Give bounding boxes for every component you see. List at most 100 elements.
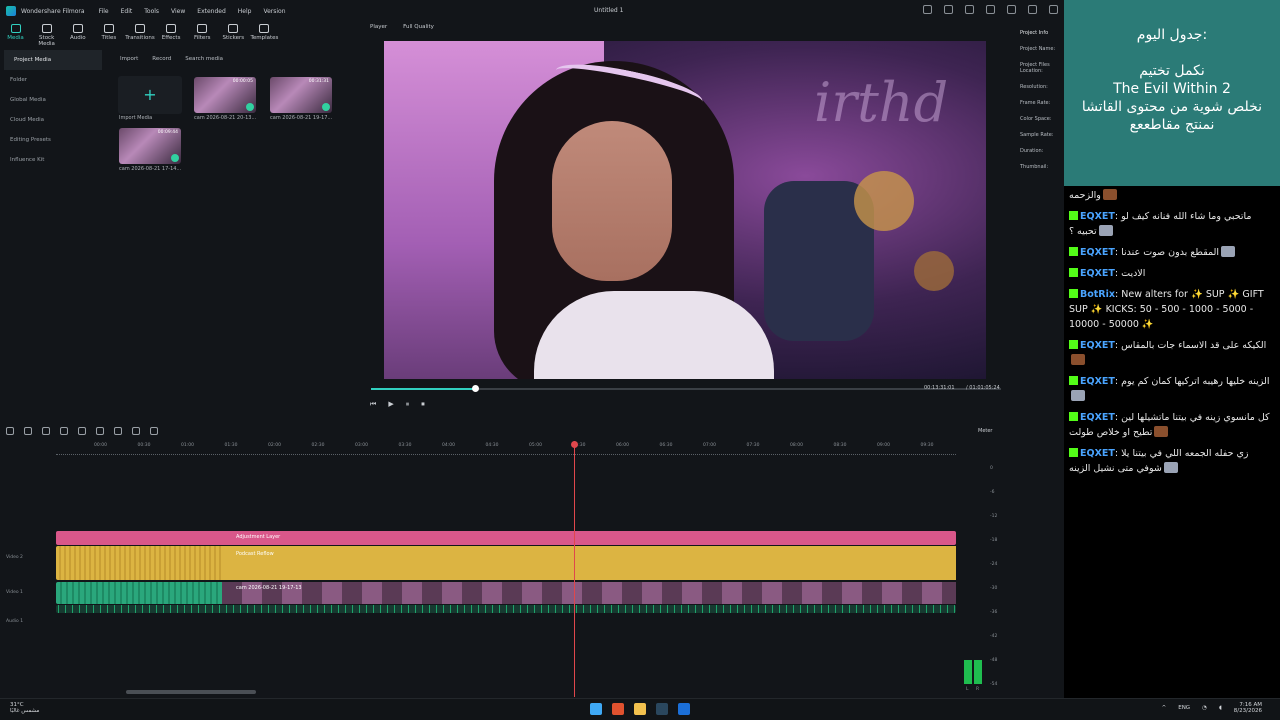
meter-tick: -18 [990,538,998,543]
schedule-line: نخلص شوية من محتوى القاتشا [1081,99,1263,115]
play-icon[interactable]: ▶ [388,400,393,414]
templates-icon [259,24,270,33]
media-icon [10,24,21,33]
file-explorer-icon[interactable] [634,703,646,715]
player-label: Player [370,24,388,30]
volume-icon[interactable]: ◖ [1219,705,1222,711]
menu-tools[interactable]: Tools [144,8,159,15]
playhead[interactable] [571,441,578,697]
steam-icon[interactable] [656,703,668,715]
tool-stickers[interactable]: Stickers [218,22,249,48]
track-label-video2: Video 2 [6,555,23,560]
meter-tick: -24 [990,562,998,567]
clock[interactable]: 7:16 AM 8/23/2026 [1234,702,1262,714]
start-icon[interactable] [590,703,602,715]
prev-frame-icon[interactable]: ⏮ [370,400,376,414]
brave-icon[interactable] [612,703,624,715]
media-clip-3[interactable]: 00:09:44 [119,128,181,164]
timeline-ruler[interactable]: 00:00 00:30 01:00 01:30 02:00 02:30 03:00 03:30… [56,441,956,455]
total-time: / 01:01:05:24 [966,385,1000,391]
kick-badge-icon [1069,247,1078,256]
check-icon [171,154,179,162]
ruler-tick: 08:30 [833,443,847,448]
media-clip-1[interactable]: 00:00:05 [194,77,256,113]
ruler-tick: 09:00 [877,443,890,448]
menu-help[interactable]: Help [238,8,252,15]
crop-icon[interactable] [132,427,140,435]
split-icon[interactable] [96,427,104,435]
chevron-up-icon[interactable]: ^ [1162,705,1167,711]
menu-edit[interactable]: Edit [121,8,133,15]
kick-badge-icon [1069,448,1078,457]
kick-badge-icon [1069,376,1078,385]
tool-templates[interactable]: Templates [249,22,280,48]
tool-filters[interactable]: Filters [187,22,218,48]
network-icon[interactable]: ◔ [1202,705,1207,711]
sidebar-item-folder[interactable]: Folder [0,70,106,90]
transitions-icon [134,24,145,33]
audio-icon [72,24,83,33]
chat-message: EQXET: زي حفله الجمعه اللي في بيتنا يلا … [1069,448,1249,474]
text-icon[interactable] [114,427,122,435]
export-icon[interactable] [944,5,953,14]
import-dropdown[interactable]: Import [120,56,138,62]
delete-icon[interactable] [78,427,86,435]
layout-icon[interactable] [6,427,14,435]
weather-widget[interactable]: 31°C مشمس غالبًا [10,702,39,714]
gift-icon[interactable] [923,5,932,14]
tool-effects[interactable]: Effects [156,22,187,48]
meter-tick: -36 [990,610,998,615]
tool-titles[interactable]: Titles [93,22,124,48]
tool-stock-media[interactable]: Stock Media [31,22,62,48]
chat-message: EQXET: الزينه خليها رهيبه اتركيها كمان ك… [1069,374,1272,404]
emote-icon [1163,462,1178,473]
maximize-icon[interactable] [1028,5,1037,14]
search-input[interactable]: Search media [185,56,223,62]
sidebar-item-editing-presets[interactable]: Editing Presets [0,130,106,150]
audio-waveform[interactable] [56,605,956,613]
podcast-reflow-clip[interactable]: Podcast Reflow [56,546,956,580]
chat-message: والزحمه [1069,188,1272,203]
undo-icon[interactable] [42,427,50,435]
filmora-app-icon[interactable] [678,703,690,715]
menu-file[interactable]: File [99,8,109,15]
emote-icon [1102,189,1117,200]
playback-progress[interactable] [371,385,1001,392]
timeline-scrollbar[interactable] [126,690,256,694]
tool-audio[interactable]: Audio [62,22,93,48]
layout-icon[interactable] [986,5,995,14]
tool-media[interactable]: Media [0,22,31,48]
sidebar-item-project-media[interactable]: Project Media [4,50,102,70]
minimize-icon[interactable] [1007,5,1016,14]
adjustment-layer-clip[interactable]: Adjustment Layer [56,531,956,545]
stickers-icon [228,24,239,33]
menu-version[interactable]: Version [263,8,285,15]
cloud-icon[interactable] [965,5,974,14]
select-icon[interactable] [24,427,32,435]
video-clip[interactable]: cam 2026-08-21 19-17-13 [56,582,956,604]
video-preview[interactable]: irthd [384,41,986,379]
record-dropdown[interactable]: Record [152,56,171,62]
ruler-tick: 01:30 [224,443,238,448]
import-media-button[interactable]: + [118,76,182,114]
redo-icon[interactable] [60,427,68,435]
pause-icon[interactable]: ⏸ [406,400,410,414]
sidebar-item-global-media[interactable]: Global Media [0,90,106,110]
clip-caption: cam 2026-08-21 20-13... [194,115,257,121]
media-clip-2[interactable]: 00:31:31 [270,77,332,113]
close-icon[interactable] [1049,5,1058,14]
menu-view[interactable]: View [171,8,185,15]
menu-extended[interactable]: Extended [197,8,226,15]
kick-badge-icon [1069,412,1078,421]
ruler-tick: 01:00 [181,443,194,448]
progress-handle[interactable] [471,385,479,392]
speed-icon[interactable] [150,427,158,435]
stop-icon[interactable]: ⏹ [421,400,425,414]
sidebar-item-influence-kit[interactable]: Influence Kit [0,150,106,170]
tool-transitions[interactable]: Transitions [124,22,155,48]
playback-controls: ⏮ ▶ ⏸ ⏹ [370,400,1010,414]
sidebar-item-cloud-media[interactable]: Cloud Media [0,110,106,130]
quality-dropdown[interactable]: Full Quality [403,24,434,38]
language-indicator[interactable]: ENG [1178,705,1190,711]
emote-icon [1071,354,1085,365]
